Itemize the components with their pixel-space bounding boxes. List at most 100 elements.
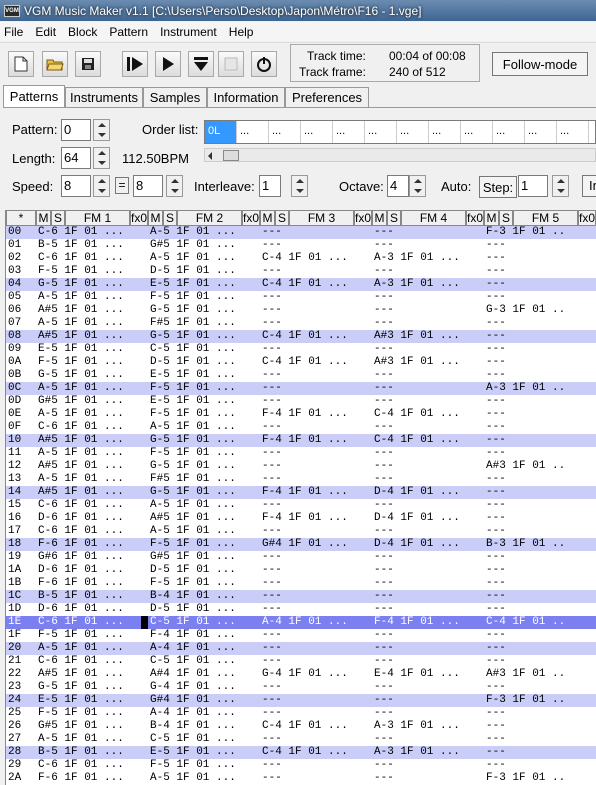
table-row[interactable]: 23 G-5 1F 01 ... G-4 1F 01 ... --- --- --- (6, 681, 596, 694)
table-row[interactable]: 15 C-6 1F 01 ... A-5 1F 01 ... --- --- --- (6, 499, 596, 512)
channel-cell[interactable]: A-5 1F 01 ... (36, 733, 148, 746)
channel-cell[interactable]: D-5 1F 01 ... (148, 356, 260, 369)
channel-cell[interactable]: --- (484, 499, 596, 512)
channel-cell[interactable]: --- (484, 356, 596, 369)
channel-cell[interactable]: --- (372, 382, 484, 395)
channel-cell[interactable]: --- (260, 395, 372, 408)
channel-cell[interactable]: F-4 1F 01 ... (148, 629, 260, 642)
channel-cell[interactable]: --- (484, 434, 596, 447)
channel-cell[interactable]: A#5 1F 01 ... (36, 460, 148, 473)
channel-cell[interactable]: F-4 1F 01 ... (372, 616, 484, 629)
channel-cell[interactable]: --- (372, 525, 484, 538)
channel-cell[interactable]: G#5 1F 01 ... (148, 551, 260, 564)
table-row[interactable]: 27 A-5 1F 01 ... C-5 1F 01 ... --- --- --- (6, 733, 596, 746)
channel-cell[interactable]: D-5 1F 01 ... (148, 603, 260, 616)
channel-cell[interactable]: D-6 1F 01 ... (36, 512, 148, 525)
stop-button[interactable] (218, 51, 244, 77)
pattern-rows[interactable]: 00 C-6 1F 01 ... A-5 1F 01 ... --- --- F-3 … (6, 226, 596, 785)
table-row[interactable]: 0C A-5 1F 01 ... F-5 1F 01 ... --- --- A-3 … (6, 382, 596, 395)
channel-cell[interactable]: G#5 1F 01 ... (36, 395, 148, 408)
table-row[interactable]: 1A D-6 1F 01 ... D-5 1F 01 ... --- --- --- (6, 564, 596, 577)
order-list-cell[interactable]: ... (397, 121, 429, 143)
order-list-cell[interactable]: ... (461, 121, 493, 143)
channel-cell[interactable]: --- (260, 694, 372, 707)
tab-information[interactable]: Information (207, 87, 285, 107)
channel-cell[interactable]: C-4 1F 01 ... (260, 330, 372, 343)
channel-cell[interactable]: E-5 1F 01 ... (148, 395, 260, 408)
channel-cell[interactable]: A-5 1F 01 ... (36, 317, 148, 330)
order-list-cell[interactable]: ... (557, 121, 589, 143)
channel-cell[interactable]: F#5 1F 01 ... (148, 317, 260, 330)
table-row[interactable]: 01 B-5 1F 01 ... G#5 1F 01 ... --- --- --- (6, 239, 596, 252)
interleave-input[interactable]: 1 (259, 175, 281, 197)
play-pattern-button[interactable] (122, 51, 148, 77)
channel-cell[interactable]: A#5 1F 01 ... (36, 486, 148, 499)
channel-cell[interactable]: F-5 1F 01 ... (148, 538, 260, 551)
channel-cell[interactable]: A-3 1F 01 ... (372, 252, 484, 265)
channel-cell[interactable]: F-3 1F 01 .. (484, 226, 596, 239)
channel-cell[interactable]: --- (484, 525, 596, 538)
channel-cell[interactable]: F-5 1F 01 ... (36, 629, 148, 642)
channel-cell[interactable]: --- (372, 733, 484, 746)
channel-cell[interactable]: F-5 1F 01 ... (148, 408, 260, 421)
order-list-cell[interactable]: ... (365, 121, 397, 143)
channel-cell[interactable]: --- (372, 772, 484, 785)
channel-cell[interactable]: E-5 1F 01 ... (148, 746, 260, 759)
channel-cell[interactable]: A-5 1F 01 ... (36, 447, 148, 460)
channel-cell[interactable]: A-5 1F 01 ... (36, 642, 148, 655)
channel-cell[interactable]: --- (260, 681, 372, 694)
channel-cell[interactable]: --- (372, 759, 484, 772)
channel-cell[interactable]: F-5 1F 01 ... (36, 356, 148, 369)
channel-cell[interactable]: C-4 1F 01 ... (372, 434, 484, 447)
order-list-cell[interactable]: ... (493, 121, 525, 143)
channel-cell[interactable]: A-5 1F 01 ... (148, 226, 260, 239)
channel-cell[interactable]: --- (260, 343, 372, 356)
channel-cell[interactable]: --- (484, 408, 596, 421)
channel-cell[interactable]: A-5 1F 01 ... (36, 291, 148, 304)
channel-cell[interactable]: --- (484, 421, 596, 434)
channel-cell[interactable]: --- (484, 603, 596, 616)
table-row[interactable]: 1C B-5 1F 01 ... B-4 1F 01 ... --- --- --- (6, 590, 596, 603)
channel-cell[interactable]: --- (372, 655, 484, 668)
current-row[interactable]: 1E C-6 1F 01 ... C-5 1F 01 ... A-4 1F 01 ..… (6, 616, 596, 629)
column-header[interactable]: S (499, 210, 513, 226)
scroll-left-icon[interactable] (208, 152, 212, 160)
scroll-thumb[interactable] (223, 150, 239, 161)
channel-cell[interactable]: --- (484, 265, 596, 278)
column-header[interactable]: fx0 (130, 210, 148, 226)
channel-cell[interactable]: --- (260, 226, 372, 239)
channel-cell[interactable]: --- (484, 369, 596, 382)
channel-cell[interactable]: G#4 1F 01 ... (148, 694, 260, 707)
channel-cell[interactable]: A-5 1F 01 ... (148, 772, 260, 785)
table-row[interactable]: 0E A-5 1F 01 ... F-5 1F 01 ... F-4 1F 01 ..… (6, 408, 596, 421)
channel-cell[interactable]: --- (260, 733, 372, 746)
table-row[interactable]: 16 D-6 1F 01 ... A#5 1F 01 ... F-4 1F 01 ..… (6, 512, 596, 525)
column-header[interactable]: M (484, 210, 499, 226)
channel-cell[interactable]: A-5 1F 01 ... (36, 408, 148, 421)
channel-cell[interactable]: C-6 1F 01 ... (36, 759, 148, 772)
channel-cell[interactable]: --- (260, 603, 372, 616)
column-header[interactable]: fx0 (578, 210, 596, 226)
speed-input[interactable]: 8 (61, 175, 91, 197)
column-header[interactable]: * (6, 210, 36, 226)
table-row[interactable]: 0D G#5 1F 01 ... E-5 1F 01 ... --- --- --- (6, 395, 596, 408)
channel-cell[interactable]: G-4 1F 01 ... (260, 668, 372, 681)
channel-cell[interactable]: B-4 1F 01 ... (148, 720, 260, 733)
length-spinner[interactable] (93, 147, 110, 169)
channel-cell[interactable]: --- (260, 265, 372, 278)
order-list-cell[interactable]: 0L (205, 121, 237, 143)
channel-cell[interactable]: A#3 1F 01 .. (484, 668, 596, 681)
channel-cell[interactable]: F-4 1F 01 ... (260, 512, 372, 525)
channel-cell[interactable]: F-5 1F 01 ... (148, 577, 260, 590)
table-row[interactable]: 18 F-6 1F 01 ... F-5 1F 01 ... G#4 1F 01 ..… (6, 538, 596, 551)
channel-cell[interactable]: G-5 1F 01 ... (36, 369, 148, 382)
menu-instrument[interactable]: Instrument (160, 25, 217, 39)
tab-samples[interactable]: Samples (143, 87, 207, 107)
table-row[interactable]: 26 G#5 1F 01 ... B-4 1F 01 ... C-4 1F 01 ..… (6, 720, 596, 733)
channel-cell[interactable]: G-3 1F 01 .. (484, 304, 596, 317)
column-header[interactable]: FM 2 (177, 210, 242, 226)
table-row[interactable]: 20 A-5 1F 01 ... A-4 1F 01 ... --- --- --- (6, 642, 596, 655)
channel-cell[interactable]: C-6 1F 01 ... (36, 226, 148, 239)
menu-block[interactable]: Block (68, 25, 97, 39)
follow-mode-button[interactable]: Follow-mode (492, 52, 588, 76)
